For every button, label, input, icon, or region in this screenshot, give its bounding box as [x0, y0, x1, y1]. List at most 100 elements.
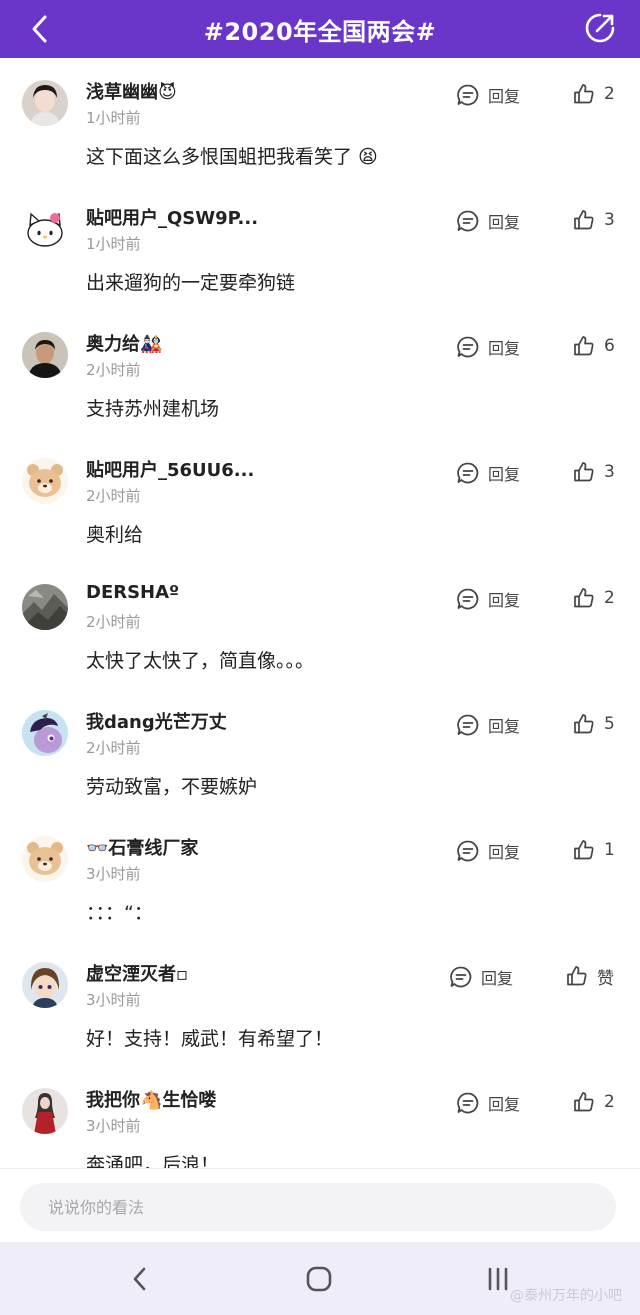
like-button[interactable]: 3	[572, 458, 615, 486]
comment-author[interactable]: 奥力给🎎	[86, 330, 162, 356]
share-icon	[585, 13, 615, 43]
comment-input[interactable]	[20, 1183, 616, 1231]
like-button[interactable]: 2	[572, 584, 615, 612]
comment-author[interactable]: 我dang光芒万丈	[86, 708, 227, 734]
thumbs-up-icon	[574, 840, 594, 860]
comment-item: 我dang光芒万丈 2小时前 劳动致富，不要嫉妒 回复 5	[0, 688, 640, 814]
comment-time: 2小时前	[86, 613, 141, 631]
thumbs-up-icon	[574, 336, 594, 356]
avatar-hello-kitty-icon	[22, 206, 68, 252]
reply-button[interactable]: 回复	[456, 1090, 520, 1116]
avatar-gray-texture-icon	[22, 584, 68, 630]
like-count: 2	[604, 588, 615, 608]
thumbs-up-icon	[574, 588, 594, 608]
comment-time: 2小时前	[86, 361, 141, 379]
reply-button[interactable]: 回复	[456, 334, 520, 360]
comment-bubble-icon	[450, 966, 472, 988]
reply-label: 回复	[488, 87, 521, 106]
reply-label: 回复	[488, 1095, 521, 1114]
comment-item: 我把你🐴生恰喽 3小时前 奔涌吧，后浪！ 回复 2	[0, 1066, 640, 1168]
like-button[interactable]: 1	[572, 836, 615, 864]
reply-button[interactable]: 回复	[456, 460, 520, 486]
comment-content: 劳动致富，不要嫉妒	[86, 776, 258, 798]
back-button[interactable]	[22, 12, 58, 46]
comment-time: 3小时前	[86, 1117, 141, 1135]
like-button[interactable]: 2	[572, 80, 615, 108]
comment-time: 2小时前	[86, 487, 141, 505]
reply-label: 回复	[488, 465, 521, 484]
reply-label: 回复	[488, 339, 521, 358]
like-button[interactable]: 2	[572, 1088, 615, 1116]
reply-label: 回复	[488, 843, 521, 862]
share-button[interactable]	[582, 10, 618, 46]
comment-author[interactable]: 我把你🐴生恰喽	[86, 1086, 216, 1112]
avatar-anime-icon	[22, 962, 68, 1008]
system-nav-bar: @泰州万年的小吧	[0, 1242, 640, 1315]
comment-bubble-icon	[457, 840, 479, 862]
reply-button[interactable]: 回复	[456, 712, 520, 738]
reply-button[interactable]: 回复	[456, 838, 520, 864]
comment-author[interactable]: 👓石膏线厂家	[86, 834, 198, 860]
comment-item: 👓石膏线厂家 3小时前 ：：：“： 回复 1	[0, 814, 640, 940]
like-count: 3	[604, 210, 615, 230]
comment-item: 虚空湮灭者▫ 3小时前 好！支持！威武！有希望了！ 回复 赞	[0, 940, 640, 1066]
reply-button[interactable]: 回复	[449, 964, 513, 990]
top-bar: #2020年全国两会#	[0, 0, 640, 58]
nav-back-button[interactable]	[118, 1260, 162, 1298]
like-button[interactable]: 5	[572, 710, 615, 738]
comment-item: 贴吧用户_56UU6... 2小时前 奥利给 回复 3	[0, 436, 640, 562]
avatar[interactable]	[22, 458, 68, 504]
comment-author[interactable]: 贴吧用户_QSW9P...	[86, 204, 258, 230]
comment-bubble-icon	[457, 210, 479, 232]
avatar[interactable]	[22, 962, 68, 1008]
avatar-man-dark-icon	[22, 332, 68, 378]
comment-bubble-icon	[457, 462, 479, 484]
reply-label: 回复	[481, 969, 514, 988]
avatar-pony-icon	[22, 710, 68, 756]
like-count: 5	[604, 714, 615, 734]
avatar[interactable]	[22, 80, 68, 126]
avatar[interactable]	[22, 836, 68, 882]
like-button[interactable]: 赞	[565, 962, 614, 990]
nav-home-icon	[306, 1266, 332, 1292]
watermark: @泰州万年的小吧	[510, 1288, 622, 1304]
nav-home-button[interactable]	[297, 1260, 341, 1298]
comment-content: 出来遛狗的一定要牵狗链	[86, 272, 296, 294]
avatar[interactable]	[22, 1088, 68, 1134]
nav-recents-icon	[488, 1267, 508, 1291]
comment-item: DERSHAº 2小时前 太快了太快了，简直像。。。 回复 2	[0, 562, 640, 688]
comment-time: 2小时前	[86, 739, 141, 757]
reply-button[interactable]: 回复	[456, 586, 520, 612]
reply-label: 回复	[488, 213, 521, 232]
comment-bubble-icon	[457, 1092, 479, 1114]
avatar-bear-icon	[22, 458, 68, 504]
comment-item: 奥力给🎎 2小时前 支持苏州建机场 回复 6	[0, 310, 640, 436]
like-count: 3	[604, 462, 615, 482]
page-title: #2020年全国两会#	[203, 17, 437, 46]
comment-author[interactable]: DERSHAº	[86, 582, 179, 603]
comment-content: ：：：“：	[86, 902, 153, 924]
avatar[interactable]	[22, 584, 68, 630]
comment-list[interactable]: 浅草幽幽😈 1小时前 这下面这么多恨国蛆把我看笑了 😫 回复 2 贴吧用户_QS…	[0, 58, 640, 1168]
comment-author[interactable]: 贴吧用户_56UU6...	[86, 456, 254, 482]
thumbs-up-icon	[574, 1092, 594, 1112]
comment-author[interactable]: 虚空湮灭者▫	[86, 960, 188, 986]
reply-button[interactable]: 回复	[456, 208, 520, 234]
comment-content: 支持苏州建机场	[86, 398, 220, 420]
comment-bubble-icon	[457, 84, 479, 106]
comment-item: 贴吧用户_QSW9P... 1小时前 出来遛狗的一定要牵狗链 回复 3	[0, 184, 640, 310]
avatar[interactable]	[22, 710, 68, 756]
back-arrow-icon	[32, 15, 47, 43]
nav-back-icon	[133, 1267, 146, 1291]
comment-author[interactable]: 浅草幽幽😈	[86, 78, 177, 104]
comment-content: 奔涌吧，后浪！	[86, 1154, 220, 1168]
like-button[interactable]: 3	[572, 206, 615, 234]
like-button[interactable]: 6	[572, 332, 615, 360]
avatar[interactable]	[22, 332, 68, 378]
like-count: 2	[604, 84, 615, 104]
like-count: 赞	[597, 968, 614, 989]
reply-button[interactable]: 回复	[456, 82, 520, 108]
avatar[interactable]	[22, 206, 68, 252]
thumbs-up-icon	[574, 210, 594, 230]
thumbs-up-icon	[574, 462, 594, 482]
